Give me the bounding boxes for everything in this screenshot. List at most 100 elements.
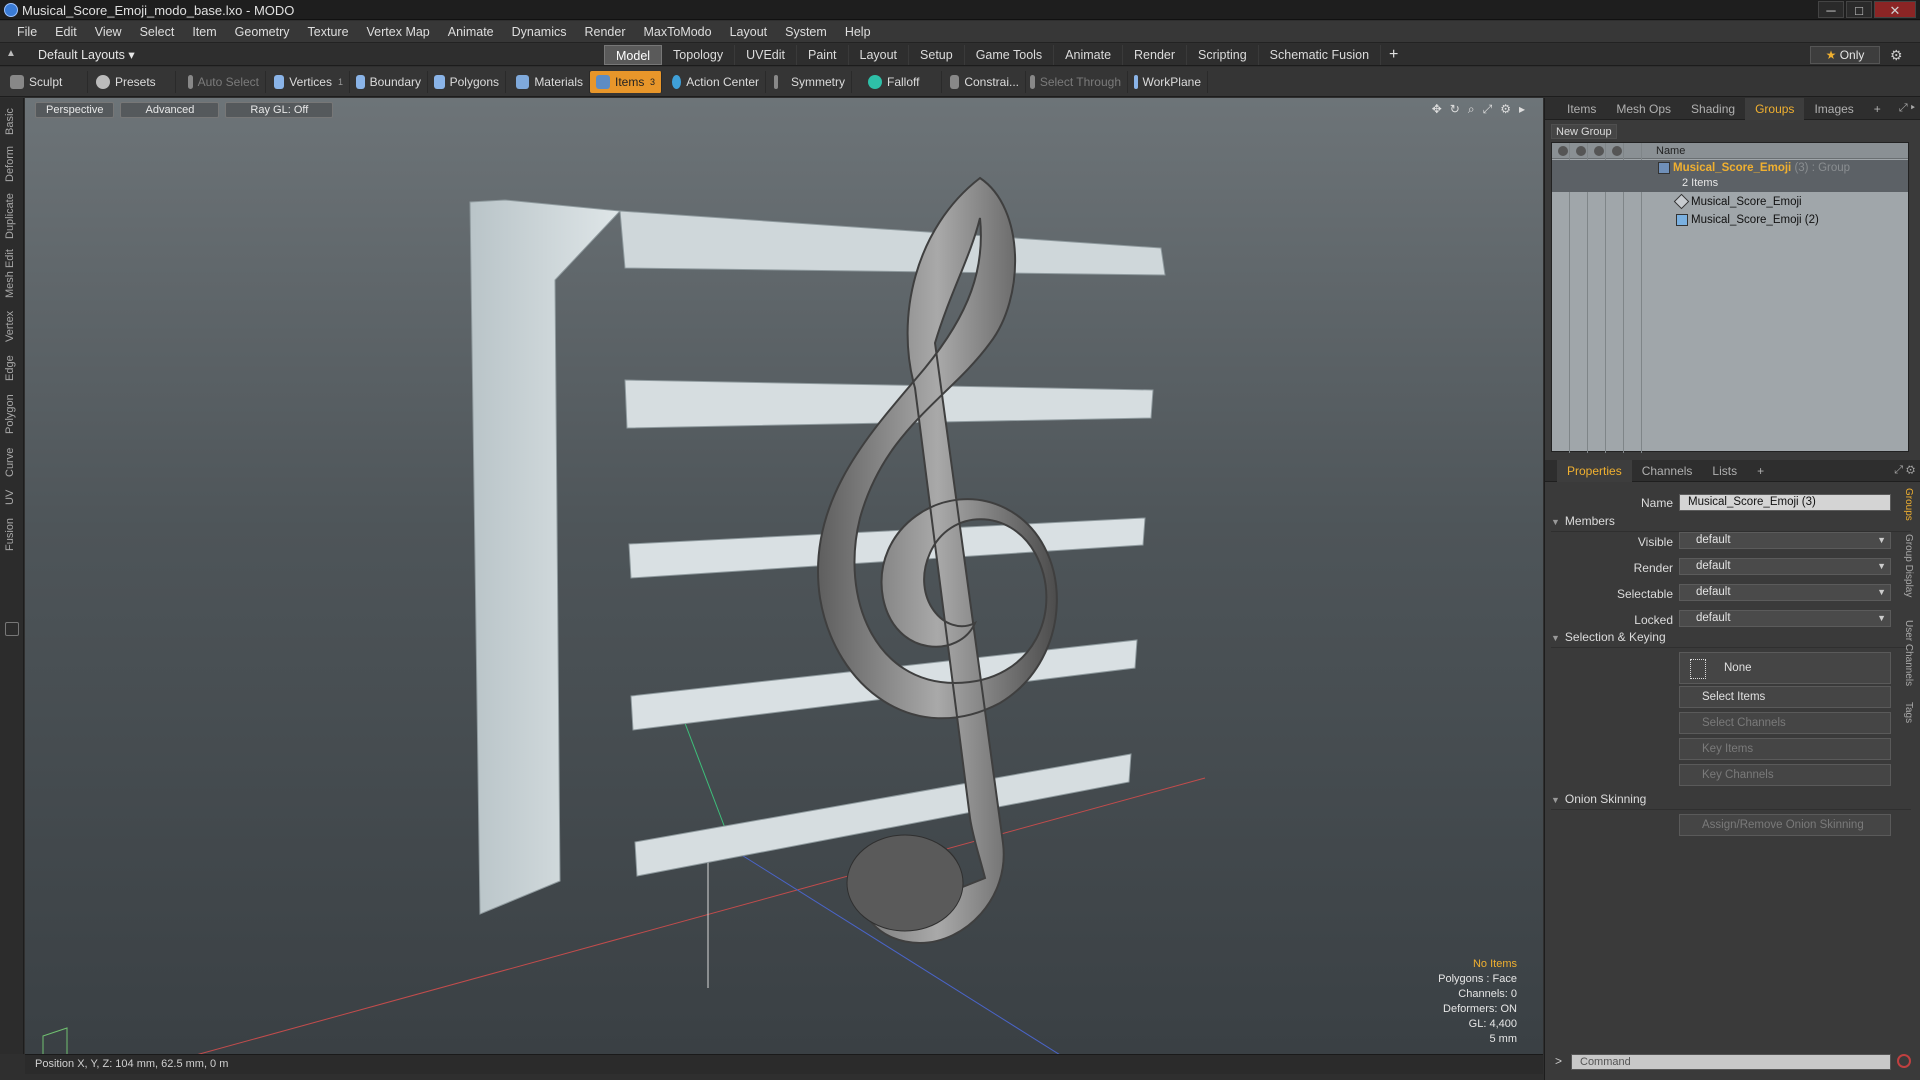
add-panel-tab-icon[interactable]: +	[1864, 98, 1891, 120]
ray-gl-tab[interactable]: Ray GL: Off	[225, 102, 334, 118]
advanced-tab[interactable]: Advanced	[120, 102, 220, 118]
menu-geometry[interactable]: Geometry	[226, 25, 299, 39]
left-tab-deform[interactable]: Deform	[4, 144, 20, 184]
perspective-tab[interactable]: Perspective	[35, 102, 115, 118]
list-item[interactable]: Musical_Score_Emoji (2)	[1552, 212, 1908, 229]
tab-items[interactable]: Items	[1557, 98, 1606, 120]
menu-vertex-map[interactable]: Vertex Map	[358, 25, 439, 39]
key-items-button[interactable]: Key Items	[1679, 738, 1891, 760]
panel-expand-icon[interactable]: ⤢ ▸	[1899, 102, 1915, 115]
workplane-button[interactable]: WorkPlane	[1128, 71, 1208, 93]
menu-dynamics[interactable]: Dynamics	[503, 25, 576, 39]
menu-view[interactable]: View	[86, 25, 131, 39]
pan-icon[interactable]: ✥	[1432, 102, 1442, 117]
polygons-button[interactable]: Polygons	[428, 71, 506, 93]
rotate-icon[interactable]: ↻	[1450, 102, 1460, 117]
gear-icon[interactable]: ⚙	[1890, 47, 1903, 64]
tab-paint[interactable]: Paint	[797, 45, 849, 65]
tab-model[interactable]: Model	[604, 45, 663, 65]
viewport-gear-icon[interactable]: ⚙	[1500, 102, 1511, 117]
maximize-button[interactable]: □	[1846, 1, 1872, 18]
boundary-button[interactable]: Boundary	[350, 71, 428, 93]
menu-file[interactable]: File	[8, 25, 46, 39]
onion-skinning-section[interactable]: ▼ Onion Skinning	[1551, 792, 1911, 810]
add-props-tab-icon[interactable]: +	[1747, 460, 1774, 482]
command-input[interactable]: Command	[1571, 1054, 1891, 1070]
left-tab-curve[interactable]: Curve	[4, 444, 20, 480]
props-expand-icon[interactable]: ⤢ ⚙	[1894, 464, 1915, 477]
group-row[interactable]: Musical_Score_Emoji (3) : Group 2 Items	[1552, 160, 1908, 192]
left-tab-polygon[interactable]: Polygon	[4, 390, 20, 438]
constraints-button[interactable]: Constrai...	[944, 71, 1026, 93]
menu-system[interactable]: System	[776, 25, 836, 39]
list-item[interactable]: Musical_Score_Emoji	[1552, 194, 1908, 211]
visible-dropdown[interactable]: default ▼	[1679, 532, 1891, 549]
minimize-button[interactable]: ─	[1818, 1, 1844, 18]
tab-shading[interactable]: Shading	[1681, 98, 1745, 120]
menu-edit[interactable]: Edit	[46, 25, 86, 39]
vertices-button[interactable]: Vertices 1	[268, 71, 350, 93]
tab-scripting[interactable]: Scripting	[1187, 45, 1259, 65]
tab-topology[interactable]: Topology	[662, 45, 736, 65]
tab-schematic-fusion[interactable]: Schematic Fusion	[1259, 45, 1382, 65]
presets-button[interactable]: Presets	[90, 71, 176, 93]
new-group-button[interactable]: New Group	[1551, 124, 1617, 139]
left-tab-fusion[interactable]: Fusion	[4, 514, 20, 554]
only-toggle[interactable]: ★ Only	[1810, 46, 1880, 64]
menu-help[interactable]: Help	[836, 25, 880, 39]
selectable-dropdown[interactable]: default ▼	[1679, 584, 1891, 601]
render-dropdown[interactable]: default ▼	[1679, 558, 1891, 575]
left-tab-vertex[interactable]: Vertex	[4, 306, 20, 346]
default-layouts-dropdown[interactable]: Default Layouts ▾	[38, 47, 135, 62]
items-button[interactable]: Items 3	[590, 71, 662, 93]
menu-item[interactable]: Item	[183, 25, 225, 39]
left-tab-edge[interactable]: Edge	[4, 352, 20, 384]
tab-setup[interactable]: Setup	[909, 45, 965, 65]
key-channels-button[interactable]: Key Channels	[1679, 764, 1891, 786]
tab-images[interactable]: Images	[1804, 98, 1863, 120]
left-tab-duplicate[interactable]: Duplicate	[4, 190, 20, 242]
menu-layout[interactable]: Layout	[721, 25, 777, 39]
falloff-button[interactable]: Falloff	[862, 71, 942, 93]
left-tab-mesh-edit[interactable]: Mesh Edit	[4, 248, 20, 300]
tab-properties[interactable]: Properties	[1557, 459, 1632, 482]
members-section[interactable]: ▼ Members	[1551, 514, 1911, 532]
tab-render[interactable]: Render	[1123, 45, 1188, 65]
tab-uvedit[interactable]: UVEdit	[735, 45, 797, 65]
sculpt-button[interactable]: Sculpt	[4, 71, 88, 93]
viewport-menu-icon[interactable]: ▸	[1519, 102, 1525, 117]
select-through-button[interactable]: Select Through	[1024, 71, 1128, 93]
side-tab-groups[interactable]: Groups	[1903, 488, 1914, 521]
menu-select[interactable]: Select	[131, 25, 184, 39]
selection-keying-section[interactable]: ▼ Selection & Keying	[1551, 630, 1911, 648]
none-button[interactable]: None	[1679, 652, 1891, 684]
select-channels-button[interactable]: Select Channels	[1679, 712, 1891, 734]
select-items-button[interactable]: Select Items	[1679, 686, 1891, 708]
tab-groups[interactable]: Groups	[1745, 97, 1805, 120]
symmetry-button[interactable]: Symmetry	[768, 71, 852, 93]
3d-viewport[interactable]: Perspective Advanced Ray GL: Off ✥ ↻ ⌕ ⤢…	[25, 98, 1543, 1054]
menu-render[interactable]: Render	[576, 25, 635, 39]
auto-select-button[interactable]: Auto Select	[182, 71, 266, 93]
menu-maxtomodo[interactable]: MaxToModo	[635, 25, 721, 39]
zoom-icon[interactable]: ⌕	[1468, 102, 1475, 117]
menu-animate[interactable]: Animate	[439, 25, 503, 39]
fit-icon[interactable]: ⤢	[1483, 102, 1493, 117]
name-field[interactable]: Musical_Score_Emoji (3)	[1679, 494, 1891, 511]
materials-button[interactable]: Materials	[510, 71, 590, 93]
onion-skinning-button[interactable]: Assign/Remove Onion Skinning	[1679, 814, 1891, 836]
tab-animate[interactable]: Animate	[1054, 45, 1124, 65]
tab-game-tools[interactable]: Game Tools	[965, 45, 1055, 65]
layout-arrow-icon[interactable]: ▲	[6, 49, 16, 59]
locked-dropdown[interactable]: default ▼	[1679, 610, 1891, 627]
side-tab-group-display[interactable]: Group Display	[1903, 534, 1914, 597]
tab-layout[interactable]: Layout	[849, 45, 910, 65]
tab-lists[interactable]: Lists	[1702, 460, 1747, 482]
record-icon[interactable]	[1897, 1054, 1911, 1068]
menu-texture[interactable]: Texture	[299, 25, 358, 39]
action-center-button[interactable]: Action Center	[666, 71, 766, 93]
left-tab-basic[interactable]: Basic	[4, 104, 20, 140]
tab-channels[interactable]: Channels	[1632, 460, 1703, 482]
tab-mesh-ops[interactable]: Mesh Ops	[1606, 98, 1681, 120]
close-button[interactable]: ✕	[1874, 1, 1916, 18]
